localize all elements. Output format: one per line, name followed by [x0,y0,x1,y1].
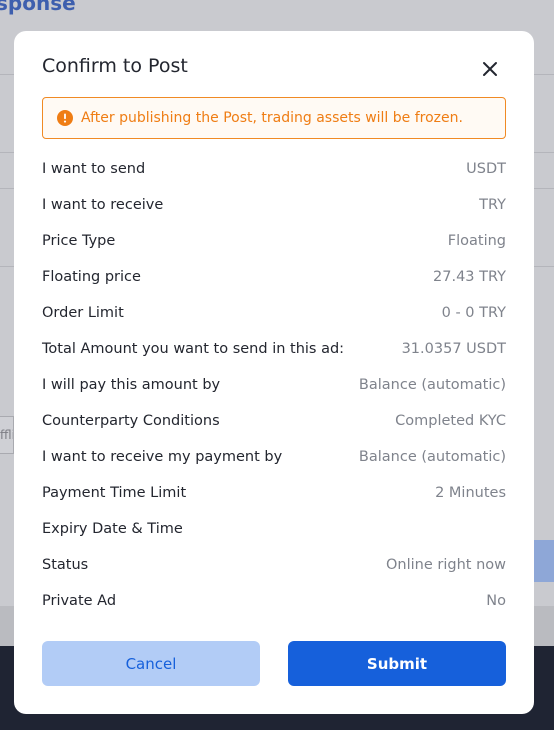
detail-row-order-limit: Order Limit 0 - 0 TRY [42,295,506,331]
detail-row-send-asset: I want to send USDT [42,151,506,187]
confirm-post-dialog: Confirm to Post After publishing the Pos… [14,31,534,714]
background-button [534,540,554,582]
detail-label: Expiry Date & Time [42,521,183,537]
detail-label: Payment Time Limit [42,485,187,501]
detail-label: I will pay this amount by [42,377,221,393]
detail-value: 0 - 0 TRY [441,305,506,321]
detail-value: No [486,593,506,609]
warning-circle-icon [57,110,73,126]
detail-value: Online right now [386,557,506,573]
alert-text: After publishing the Post, trading asset… [81,110,463,126]
detail-label: Counterparty Conditions [42,413,220,429]
detail-label: I want to receive [42,197,164,213]
close-button[interactable] [478,57,502,81]
detail-row-receive-asset: I want to receive TRY [42,187,506,223]
detail-label: Price Type [42,233,116,249]
submit-button[interactable]: Submit [288,641,506,686]
detail-value: Floating [447,233,506,249]
detail-label: Private Ad [42,593,117,609]
close-icon [483,62,497,76]
detail-label: I want to send [42,161,146,177]
warning-alert: After publishing the Post, trading asset… [42,97,506,139]
detail-value: 31.0357 USDT [401,341,506,357]
detail-row-pay-method: I will pay this amount by Balance (autom… [42,367,506,403]
detail-row-expiry: Expiry Date & Time [42,511,506,547]
detail-row-status: Status Online right now [42,547,506,583]
detail-value: Balance (automatic) [358,449,506,465]
detail-label: I want to receive my payment by [42,449,283,465]
detail-value: USDT [466,161,506,177]
detail-row-floating-price: Floating price 27.43 TRY [42,259,506,295]
detail-row-total-amount: Total Amount you want to send in this ad… [42,331,506,367]
detail-row-private-ad: Private Ad No [42,583,506,619]
detail-row-counterparty-conditions: Counterparty Conditions Completed KYC [42,403,506,439]
dialog-title: Confirm to Post [42,55,188,77]
detail-value: Completed KYC [395,413,506,429]
detail-row-payment-time-limit: Payment Time Limit 2 Minutes [42,475,506,511]
cancel-button[interactable]: Cancel [42,641,260,686]
background-input: ffli [0,416,14,454]
detail-value: TRY [479,197,506,213]
detail-label: Total Amount you want to send in this ad… [42,341,345,357]
detail-value: Balance (automatic) [358,377,506,393]
detail-row-price-type: Price Type Floating [42,223,506,259]
detail-label: Status [42,557,89,573]
detail-label: Floating price [42,269,141,285]
detail-row-receive-method: I want to receive my payment by Balance … [42,439,506,475]
details-list: I want to send USDT I want to receive TR… [42,151,506,619]
detail-label: Order Limit [42,305,124,321]
detail-value: 27.43 TRY [433,269,506,285]
detail-value: 2 Minutes [435,485,506,501]
background-heading: sponse [0,0,76,15]
